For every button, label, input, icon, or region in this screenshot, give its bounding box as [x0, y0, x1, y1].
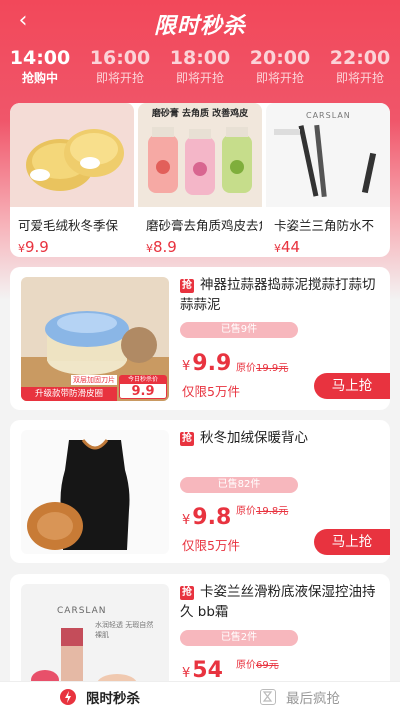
- sale-price: ¥9.9: [182, 351, 232, 376]
- quantity-limit: 仅限5万件: [182, 538, 240, 553]
- flash-tag: 抢: [180, 432, 194, 446]
- brand-logo: CARSLAN: [57, 606, 107, 616]
- product-card[interactable]: CARSLAN 水润轻透 无瑕自然裸肌 抢卡姿兰丝滑粉底液保湿控油持久 bb霜 …: [10, 574, 390, 681]
- garlic-chopper-image: 双层加固刀片 今日秒杀价 9.9 升级款带防滑皮圈: [21, 277, 169, 401]
- slot-status: 即将开抢: [335, 71, 384, 85]
- sold-count-bar: 已售82件: [180, 477, 298, 493]
- original-price: 原价69元: [236, 660, 279, 671]
- slot-time: 22:00: [329, 47, 391, 69]
- tab-last-rush[interactable]: 最后疯抢: [200, 682, 400, 710]
- slot-status: 即将开抢: [95, 71, 144, 85]
- slot-status: 即将开抢: [175, 71, 224, 85]
- time-slot-1600[interactable]: 16:00 即将开抢: [80, 46, 160, 92]
- tab-label: 限时秒杀: [86, 690, 140, 707]
- product-title: 抢卡姿兰丝滑粉底液保湿控油持久 bb霜: [180, 584, 376, 620]
- buy-now-button[interactable]: 马上抢: [314, 529, 390, 555]
- sale-price: ¥54: [182, 658, 223, 681]
- time-slot-1800[interactable]: 18:00 即将开抢: [160, 46, 240, 92]
- page-title: 限时秒杀: [153, 14, 246, 39]
- slot-time: 18:00: [169, 47, 231, 69]
- buy-now-button[interactable]: 马上抢: [314, 373, 390, 399]
- scrub-image: 磨砂膏 去角质 改善鸡皮: [138, 103, 262, 207]
- sale-price: ¥9.8: [182, 505, 232, 530]
- eyeliner-image: CARSLAN: [266, 103, 390, 207]
- tab-label: 最后疯抢: [286, 690, 340, 707]
- hourglass-icon: [260, 688, 276, 705]
- sold-count-bar: 已售2件: [180, 630, 298, 646]
- product-title: 抢神器拉蒜器捣蒜泥搅蒜打蒜切蒜蒜泥: [180, 277, 376, 313]
- flash-tag: 抢: [180, 279, 194, 293]
- product-price: ¥8.9: [146, 238, 177, 256]
- time-slot-1400[interactable]: 14:00 抢购中: [0, 46, 80, 92]
- product-price: ¥9.9: [18, 238, 49, 256]
- image-note: 水润轻透 无瑕自然裸肌: [95, 621, 154, 639]
- image-note: 双层加固刀片: [71, 375, 117, 385]
- product-price: ¥44: [274, 238, 301, 256]
- time-slot-2200[interactable]: 22:00 即将开抢: [320, 46, 400, 92]
- quantity-limit: 仅限5万件: [182, 384, 240, 399]
- slippers-image: [10, 103, 134, 207]
- product-name: 卡姿兰三角防水不: [274, 218, 375, 233]
- slot-time: 14:00: [9, 47, 71, 69]
- product-card[interactable]: 双层加固刀片 今日秒杀价 9.9 升级款带防滑皮圈 抢神器拉蒜器捣蒜泥搅蒜打蒜切…: [10, 267, 390, 410]
- featured-products: 可爱毛绒秋冬季保 ¥9.9 磨砂膏 去角质 改善鸡皮 磨砂膏去角质鸡皮去角 ¥8…: [10, 103, 390, 257]
- lightning-icon: [60, 688, 76, 705]
- slot-status: 即将开抢: [255, 71, 304, 85]
- featured-product-scrub[interactable]: 磨砂膏 去角质 改善鸡皮 磨砂膏去角质鸡皮去角 ¥8.9: [138, 103, 262, 257]
- product-name: 可爱毛绒秋冬季保: [18, 218, 119, 233]
- bottom-tab-bar: 限时秒杀 最后疯抢: [0, 681, 400, 710]
- original-price: 原价19.8元: [236, 506, 289, 517]
- time-slot-2000[interactable]: 20:00 即将开抢: [240, 46, 320, 92]
- foundation-image: CARSLAN 水润轻透 无瑕自然裸肌: [21, 584, 169, 681]
- image-banner: 升级款带防滑皮圈: [21, 387, 117, 401]
- time-slot-tabs: 14:00 抢购中 16:00 即将开抢 18:00 即将开抢 20:00 即将…: [0, 46, 400, 92]
- featured-product-eyeliner[interactable]: CARSLAN 卡姿兰三角防水不 ¥44: [266, 103, 390, 257]
- product-title: 抢秋冬加绒保暖背心: [180, 430, 308, 446]
- image-price-badge: 今日秒杀价 9.9: [119, 375, 167, 399]
- flash-tag: 抢: [180, 586, 194, 600]
- sold-count-bar: 已售9件: [180, 322, 298, 338]
- slot-status: 抢购中: [21, 71, 58, 85]
- product-name: 磨砂膏去角质鸡皮去角: [146, 218, 262, 233]
- vest-image: [21, 430, 169, 554]
- original-price: 原价19.9元: [236, 363, 289, 374]
- tab-flash-sale[interactable]: 限时秒杀: [0, 682, 200, 710]
- slot-time: 20:00: [249, 47, 311, 69]
- top-bar: ‹ 限时秒杀: [0, 0, 400, 44]
- featured-product-slippers[interactable]: 可爱毛绒秋冬季保 ¥9.9: [10, 103, 134, 257]
- slot-time: 16:00: [89, 47, 151, 69]
- product-card[interactable]: 抢秋冬加绒保暖背心 已售82件 ¥9.8 原价19.8元 仅限5万件 马上抢: [10, 420, 390, 563]
